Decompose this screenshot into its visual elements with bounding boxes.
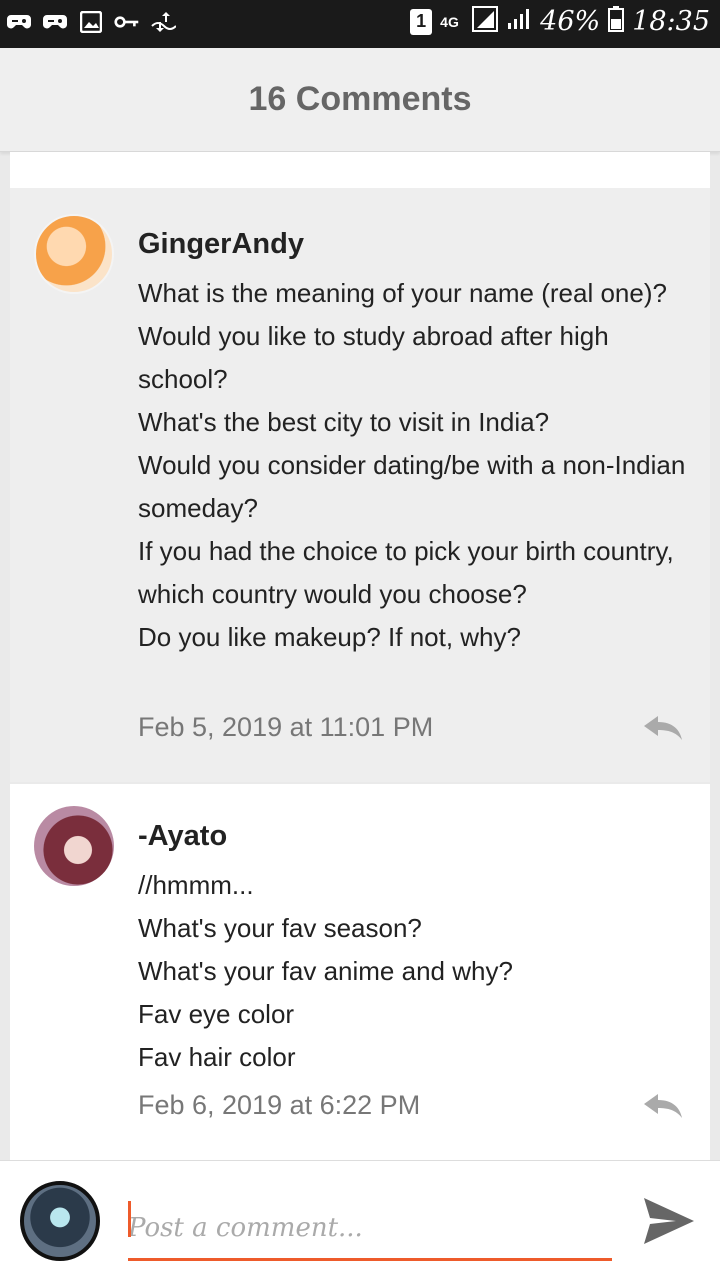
comment-line: What is the meaning of your name (real o…	[138, 278, 667, 308]
status-bar: 1 4G 46% 18:35	[0, 0, 720, 48]
gamepad-icon	[6, 10, 32, 34]
comment-body: What is the meaning of your name (real o…	[138, 272, 698, 659]
previous-comment-card	[10, 152, 710, 188]
page-title: 16 Comments	[248, 80, 472, 118]
comment-input[interactable]	[128, 1197, 612, 1261]
comment-line: Fav hair color	[138, 1042, 296, 1072]
sim-indicator: 1	[410, 8, 433, 35]
network-type-icon: 4G	[440, 13, 459, 30]
comment-item: GingerAndy What is the meaning of your n…	[10, 188, 710, 782]
comment-username[interactable]: GingerAndy	[138, 228, 304, 261]
gamepad-icon	[42, 10, 68, 34]
comment-username[interactable]: -Ayato	[138, 820, 227, 853]
my-avatar	[20, 1181, 100, 1261]
battery-percent: 46%	[540, 6, 601, 37]
system-status: 1 4G 46% 18:35	[410, 6, 710, 37]
signal-icon	[472, 6, 499, 37]
comment-item: -Ayato //hmmm... What's your fav season?…	[10, 784, 710, 1160]
send-icon	[644, 1198, 694, 1244]
comment-body: //hmmm... What's your fav season? What's…	[138, 864, 698, 1079]
comment-timestamp: Feb 5, 2019 at 11:01 PM	[138, 712, 434, 742]
comments-header: 16 Comments	[0, 48, 720, 152]
text-cursor	[128, 1201, 131, 1237]
clock: 18:35	[632, 6, 710, 37]
comment-line: If you had the choice to pick your birth…	[138, 536, 674, 609]
avatar[interactable]	[34, 214, 114, 294]
image-icon	[78, 10, 104, 34]
comment-line: //hmmm...	[138, 870, 254, 900]
comment-line: Fav eye color	[138, 999, 295, 1029]
comment-composer	[0, 1160, 720, 1280]
key-icon	[114, 10, 140, 34]
comment-timestamp: Feb 6, 2019 at 6:22 PM	[138, 1090, 421, 1120]
reply-icon[interactable]	[642, 714, 684, 742]
avatar[interactable]	[34, 806, 114, 886]
comment-line: Would you like to study abroad after hig…	[138, 321, 609, 394]
notification-icons	[6, 10, 176, 34]
send-button[interactable]	[640, 1193, 698, 1249]
comment-line: What's your fav season?	[138, 913, 422, 943]
reply-icon[interactable]	[642, 1092, 684, 1120]
transfer-icon	[150, 10, 176, 34]
signal-bars-icon	[506, 7, 532, 36]
comment-line: What's the best city to visit in India?	[138, 407, 550, 437]
comment-line: Do you like makeup? If not, why?	[138, 622, 521, 652]
battery-icon	[608, 6, 625, 37]
comment-line: What's your fav anime and why?	[138, 956, 513, 986]
comment-line: Would you consider dating/be with a non-…	[138, 450, 686, 523]
